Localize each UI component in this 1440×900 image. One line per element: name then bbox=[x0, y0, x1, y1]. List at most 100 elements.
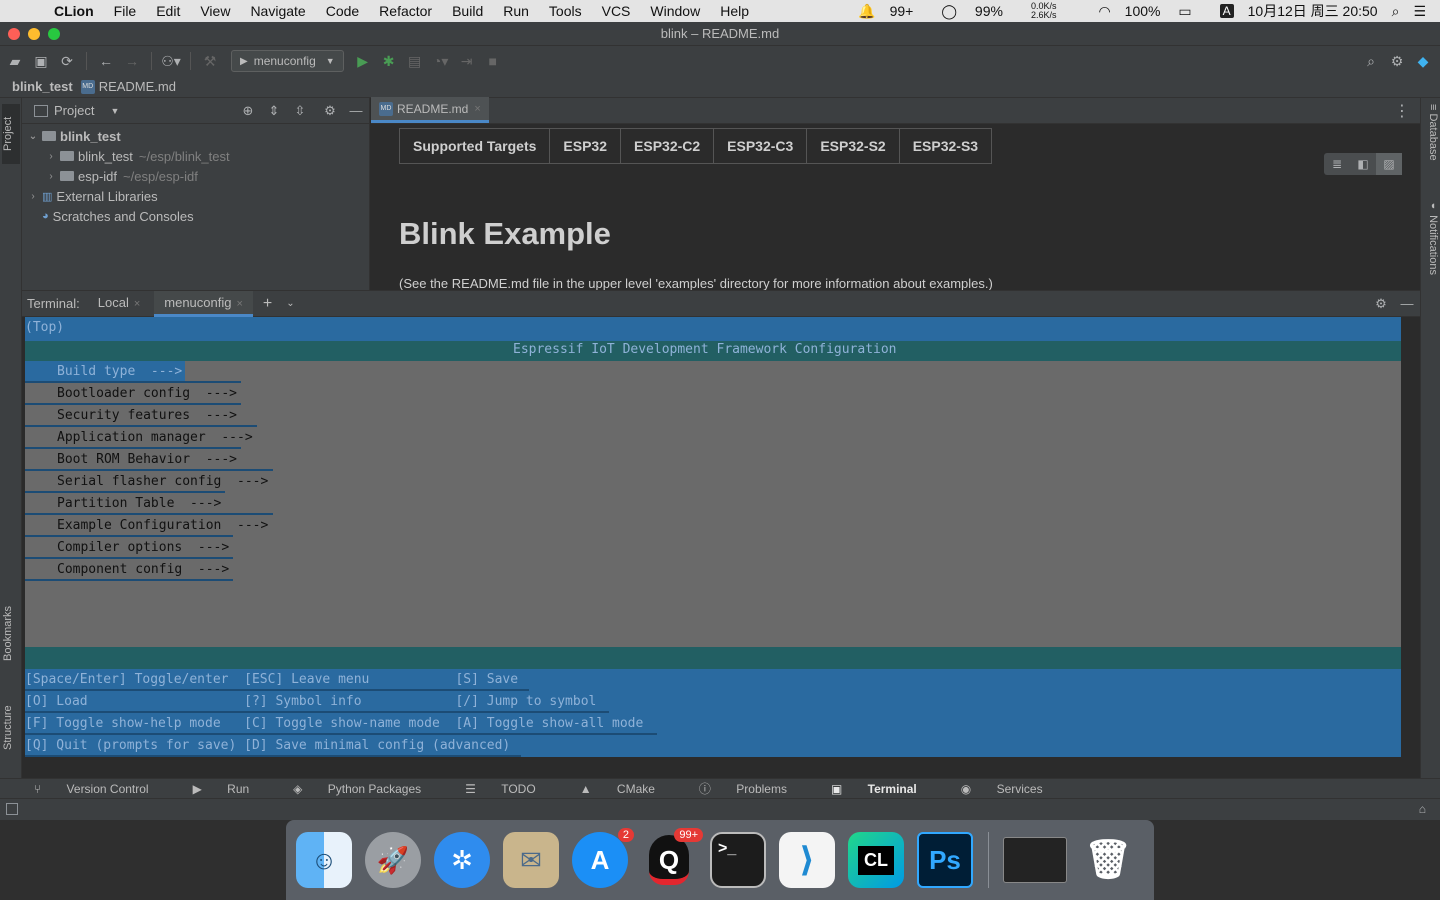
qq-icon[interactable]: Q 99+ bbox=[641, 828, 703, 888]
tool-window-version-control[interactable]: ⑂ Version Control bbox=[34, 782, 171, 796]
menu-vcs[interactable]: VCS bbox=[602, 3, 631, 19]
toggle-tool-windows-icon[interactable] bbox=[6, 803, 18, 815]
menu-item-component-config[interactable]: Component config ---> bbox=[25, 559, 229, 581]
panel-settings-gear-icon[interactable]: ⚙ bbox=[317, 103, 343, 119]
tool-window-run[interactable]: ▶ Run bbox=[193, 782, 272, 796]
hide-panel-icon[interactable]: — bbox=[1394, 296, 1420, 312]
menu-help[interactable]: Help bbox=[720, 3, 749, 19]
database-tool-tab[interactable]: ≡ Database bbox=[1423, 104, 1439, 184]
open-folder-icon[interactable]: ▰ bbox=[2, 53, 28, 70]
menu-item-example-configuration[interactable]: Example Configuration ---> bbox=[25, 515, 268, 537]
control-center-icon[interactable]: ☰ bbox=[1413, 3, 1426, 20]
tool-window-services[interactable]: ◉ Services bbox=[961, 782, 1065, 796]
tree-node-external-libraries[interactable]: › ▥ External Libraries bbox=[22, 186, 369, 206]
terminal-app-icon[interactable]: >_ bbox=[710, 832, 766, 888]
tree-node-esp-idf[interactable]: › esp-idf ~/esp/esp-idf bbox=[22, 166, 369, 186]
lock-icon[interactable]: ⌂ bbox=[1419, 802, 1426, 816]
network-status[interactable]: 0.0K/s 2.6K/s bbox=[1031, 1, 1085, 21]
tree-node-blink-test[interactable]: › blink_test ~/esp/blink_test bbox=[22, 146, 369, 166]
clion-icon[interactable]: CL bbox=[848, 832, 904, 888]
menu-item-bootloader-config[interactable]: Bootloader config ---> bbox=[25, 383, 237, 405]
menu-item-security-features[interactable]: Security features ---> bbox=[25, 405, 237, 427]
terminal-settings-gear-icon[interactable]: ⚙ bbox=[1368, 296, 1394, 312]
menu-item-build-type[interactable]: Build type ---> bbox=[25, 361, 185, 383]
expand-all-icon[interactable]: ⇕ bbox=[261, 103, 287, 119]
menu-item-compiler-options[interactable]: Compiler options ---> bbox=[25, 537, 229, 559]
tree-node-root[interactable]: ⌄ blink_test bbox=[22, 126, 369, 146]
wifi-icon[interactable]: ◠ bbox=[1098, 3, 1110, 20]
tool-window-cmake[interactable]: ▲ CMake bbox=[580, 782, 677, 796]
menu-run[interactable]: Run bbox=[503, 3, 529, 19]
input-method[interactable]: A bbox=[1219, 4, 1234, 18]
back-arrow-icon[interactable]: ← bbox=[93, 53, 119, 69]
save-icon[interactable]: ▣ bbox=[28, 53, 54, 70]
close-tab-icon[interactable]: × bbox=[474, 103, 480, 115]
menu-tools[interactable]: Tools bbox=[549, 3, 582, 19]
menu-navigate[interactable]: Navigate bbox=[250, 3, 305, 19]
user-icon[interactable]: ⚇▾ bbox=[158, 53, 184, 70]
menu-code[interactable]: Code bbox=[326, 3, 359, 19]
spotlight-icon[interactable]: ⌕ bbox=[1392, 3, 1400, 20]
launchpad-icon[interactable]: 🚀 bbox=[365, 832, 421, 888]
finder-icon[interactable]: ☺ bbox=[296, 832, 352, 888]
chevron-right-icon[interactable]: › bbox=[26, 191, 40, 202]
locate-target-icon[interactable]: ⊕ bbox=[235, 103, 261, 119]
close-tab-icon[interactable]: × bbox=[236, 298, 242, 310]
notification-status[interactable]: 🔔 99+ bbox=[858, 3, 927, 20]
battery-status[interactable]: 100% ▭ bbox=[1125, 3, 1206, 20]
menu-item-boot-rom-behavior[interactable]: Boot ROM Behavior ---> bbox=[25, 449, 237, 471]
run-icon[interactable]: ▶ bbox=[350, 53, 376, 70]
menu-build[interactable]: Build bbox=[452, 3, 483, 19]
chevron-right-icon[interactable]: › bbox=[44, 171, 58, 182]
split-view-icon[interactable]: ◧ bbox=[1350, 153, 1376, 175]
terminal-tab-menuconfig[interactable]: menuconfig × bbox=[154, 290, 253, 317]
structure-tool-tab[interactable]: Structure bbox=[2, 692, 20, 764]
tool-window-python-packages[interactable]: ◈ Python Packages bbox=[293, 782, 443, 796]
vscode-icon[interactable]: ⟩ bbox=[779, 832, 835, 888]
preview-only-icon[interactable]: ▨ bbox=[1376, 153, 1402, 175]
minimize-window-button[interactable] bbox=[28, 28, 40, 40]
close-window-button[interactable] bbox=[8, 28, 20, 40]
coverage-icon[interactable]: ▤ bbox=[402, 53, 428, 70]
bookmarks-tool-tab[interactable]: Bookmarks bbox=[2, 592, 20, 674]
menu-edit[interactable]: Edit bbox=[156, 3, 180, 19]
tool-window-todo[interactable]: ☰ TODO bbox=[465, 782, 558, 796]
debug-icon[interactable]: ✱ bbox=[376, 53, 402, 70]
app-store-icon[interactable]: A2 bbox=[572, 828, 634, 888]
terminal-tab-local[interactable]: Local × bbox=[88, 291, 151, 317]
chevron-right-icon[interactable]: › bbox=[44, 151, 58, 162]
menu-item-serial-flasher-config[interactable]: Serial flasher config ---> bbox=[25, 471, 268, 493]
menu-view[interactable]: View bbox=[200, 3, 230, 19]
tool-window-terminal[interactable]: ▣ Terminal bbox=[831, 782, 939, 796]
cpu-status[interactable]: ◯ 99% bbox=[941, 3, 1017, 20]
chevron-down-icon[interactable]: ⌄ bbox=[26, 131, 40, 142]
project-tool-tab[interactable]: Project bbox=[2, 104, 20, 164]
search-icon[interactable]: ⌕ bbox=[1358, 53, 1384, 70]
safari-icon[interactable]: ✲ bbox=[434, 832, 490, 888]
menu-file[interactable]: File bbox=[114, 3, 137, 19]
new-tab-plus-icon[interactable]: + bbox=[263, 295, 272, 313]
clock[interactable]: 10月12日 周三 20:50 bbox=[1248, 1, 1378, 21]
notifications-tool-tab[interactable]: ◖ Notifications bbox=[1423, 200, 1439, 300]
menu-refactor[interactable]: Refactor bbox=[379, 3, 432, 19]
zoom-window-button[interactable] bbox=[48, 28, 60, 40]
sync-icon[interactable]: ⟳ bbox=[54, 53, 80, 70]
menu-app-name[interactable]: CLion bbox=[54, 3, 94, 19]
editor-tab-readme[interactable]: MD README.md × bbox=[371, 97, 489, 123]
tree-node-scratches[interactable]: ◕ Scratches and Consoles bbox=[22, 206, 369, 226]
jetbrains-toolbox-icon[interactable]: ◆ bbox=[1410, 53, 1436, 70]
run-configuration-select[interactable]: ▶ menuconfig ▼ bbox=[231, 50, 344, 72]
project-panel-title[interactable]: Project bbox=[54, 103, 94, 118]
profile-icon[interactable]: ◔▾ bbox=[428, 53, 454, 70]
menu-window[interactable]: Window bbox=[650, 3, 700, 19]
minimized-window-thumbnail[interactable] bbox=[1003, 837, 1067, 883]
stop-icon[interactable]: ■ bbox=[480, 53, 506, 69]
attach-icon[interactable]: ⇥ bbox=[454, 53, 480, 70]
chevron-down-icon[interactable]: ▼ bbox=[110, 106, 119, 116]
editor-only-icon[interactable]: ≣ bbox=[1324, 153, 1350, 175]
breadcrumb-project[interactable]: blink_test bbox=[12, 79, 73, 94]
hide-panel-icon[interactable]: — bbox=[343, 103, 369, 119]
settings-gear-icon[interactable]: ⚙ bbox=[1384, 53, 1410, 70]
mail-icon[interactable]: ✉ bbox=[503, 832, 559, 888]
tool-window-problems[interactable]: ⓘ Problems bbox=[699, 780, 809, 797]
